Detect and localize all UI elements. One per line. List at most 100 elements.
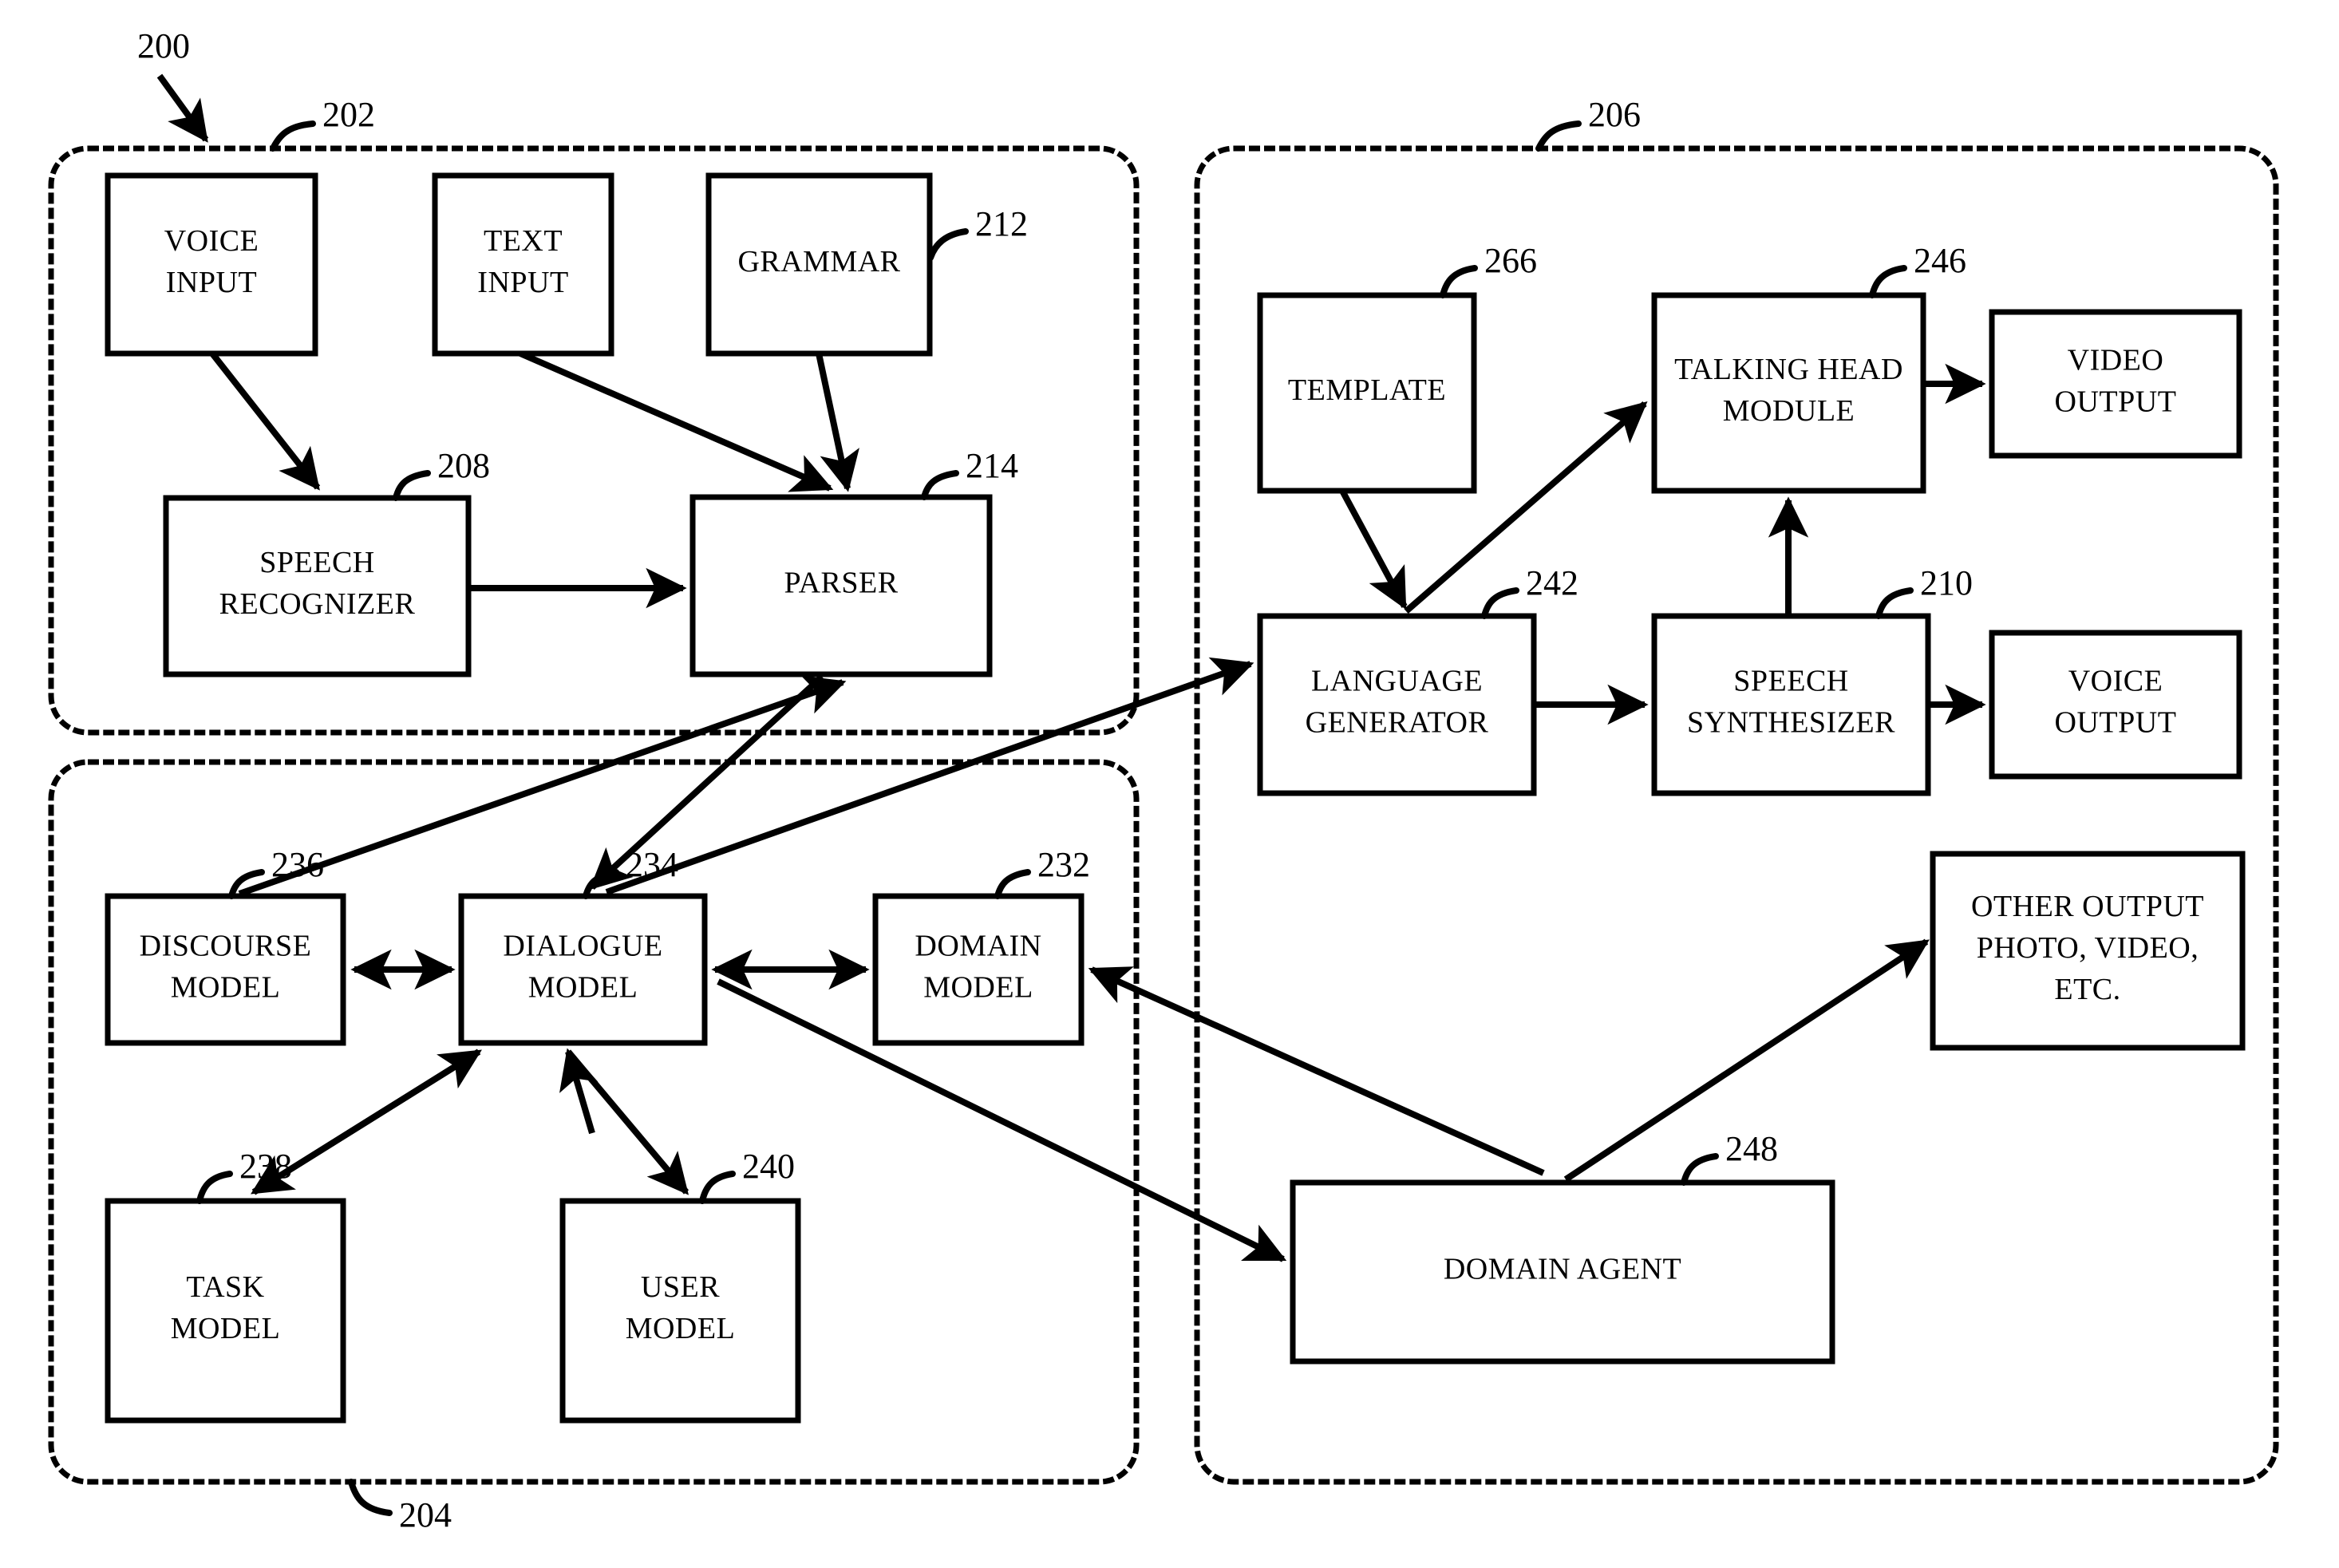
reference-numeral-238: 238	[196, 1147, 292, 1204]
grammar-label: GRAMMAR	[737, 245, 900, 278]
leader-line-212	[927, 228, 969, 261]
domain-model-rect	[872, 893, 1085, 1046]
reference-numeral-246: 246	[1869, 241, 1966, 298]
language-generator-label: GENERATOR	[1306, 706, 1489, 740]
block-other-output: OTHER OUTPUT PHOTO, VIDEO, ETC.	[1930, 851, 2246, 1051]
task-model-label: MODEL	[171, 1312, 281, 1345]
reference-numeral-text-234: 234	[626, 845, 678, 884]
reference-numeral-text-242: 242	[1526, 563, 1578, 602]
domain-model-label: MODEL	[923, 971, 1033, 1005]
block-video-output: VIDEO OUTPUT	[1989, 309, 2242, 459]
other-output-label: PHOTO, VIDEO,	[1977, 931, 2199, 965]
reference-numeral-text-232: 232	[1037, 845, 1090, 884]
video-output-label: VIDEO	[2068, 344, 2164, 377]
domain-model-label: DOMAIN	[915, 930, 1041, 963]
block-voice-output: VOICE OUTPUT	[1989, 630, 2242, 780]
block-voice-input: VOICE INPUT	[105, 172, 318, 357]
video-output-rect	[1989, 309, 2242, 459]
reference-numeral-text-238: 238	[239, 1147, 292, 1186]
voice-input-label: INPUT	[166, 266, 257, 299]
connection-domain-agent-to-domain-model	[1088, 966, 1545, 1176]
other-output-label: OTHER OUTPUT	[1971, 890, 2204, 923]
speech-synthesizer-label: SYNTHESIZER	[1687, 706, 1895, 740]
voice-output-label: VOICE	[2068, 665, 2163, 698]
block-user-model: USER MODEL	[559, 1198, 801, 1424]
leader-line-210	[1875, 587, 1914, 619]
dialogue-model-rect	[458, 893, 708, 1046]
connection-template-to-language-generator	[1339, 489, 1408, 610]
speech-synthesizer-rect	[1651, 613, 1931, 796]
reference-numeral-204: 204	[348, 1479, 452, 1534]
user-model-label: USER	[641, 1270, 720, 1304]
reference-numeral-text-212: 212	[975, 204, 1028, 243]
voice-output-label: OUTPUT	[2055, 706, 2177, 740]
leader-line-266	[1440, 265, 1478, 298]
block-speech-synthesizer: SPEECH SYNTHESIZER	[1651, 613, 1931, 796]
reference-numeral-text-240: 240	[742, 1147, 795, 1186]
discourse-model-label: DISCOURSE	[140, 930, 312, 963]
connection-grammar-to-parser	[816, 353, 859, 492]
block-discourse-model: DISCOURSE MODEL	[105, 893, 346, 1046]
dialogue-model-label: DIALOGUE	[503, 930, 662, 963]
leader-line-204	[348, 1479, 393, 1516]
block-domain-agent: DOMAIN AGENT	[1290, 1179, 1835, 1365]
block-domain-model: DOMAIN MODEL	[872, 893, 1085, 1046]
reference-numeral-248: 248	[1681, 1129, 1778, 1186]
connection-text-input-to-parser	[519, 350, 834, 492]
dialogue-model-label: MODEL	[528, 971, 638, 1005]
block-dialogue-model: DIALOGUE MODEL	[458, 893, 708, 1046]
discourse-model-label: MODEL	[171, 971, 281, 1005]
reference-numeral-234: 234	[583, 845, 678, 899]
leader-line-202	[270, 120, 316, 152]
block-template: TEMPLATE	[1257, 292, 1477, 494]
speech-recognizer-rect	[163, 495, 472, 677]
voice-output-rect	[1989, 630, 2242, 780]
user-model-label: MODEL	[626, 1312, 736, 1345]
text-input-rect	[432, 172, 614, 357]
leader-line-214	[921, 470, 959, 500]
leader-line-206	[1535, 120, 1582, 152]
block-grammar: GRAMMAR	[705, 172, 933, 357]
reference-numeral-206: 206	[1535, 95, 1641, 152]
reference-numeral-text-206: 206	[1588, 95, 1641, 134]
block-speech-recognizer: SPEECH RECOGNIZER	[163, 495, 472, 677]
video-output-label: OUTPUT	[2055, 385, 2177, 419]
reference-numeral-240: 240	[699, 1147, 795, 1204]
reference-numeral-214: 214	[921, 446, 1018, 500]
block-task-model: TASK MODEL	[105, 1198, 346, 1424]
connection-dialogue-model-to-language-generator	[605, 657, 1254, 895]
block-talking-head-module: TALKING HEAD MODULE	[1651, 292, 1926, 494]
reference-numeral-text-208: 208	[437, 446, 490, 485]
leader-line-232	[994, 869, 1031, 899]
language-generator-label: LANGUAGE	[1311, 665, 1483, 698]
talking-head-module-label: MODULE	[1723, 394, 1855, 428]
leader-line-208	[393, 470, 431, 501]
voice-input-rect	[105, 172, 318, 357]
text-input-label: INPUT	[477, 266, 568, 299]
block-language-generator: LANGUAGE GENERATOR	[1257, 613, 1537, 796]
reference-numeral-266: 266	[1440, 241, 1537, 298]
reference-numeral-text-236: 236	[271, 845, 324, 884]
voice-input-label: VOICE	[164, 224, 259, 258]
task-model-label: TASK	[186, 1270, 264, 1304]
task-model-rect	[105, 1198, 346, 1424]
reference-numeral-202: 202	[270, 95, 375, 152]
speech-recognizer-label: RECOGNIZER	[219, 587, 416, 621]
connection-voice-input-to-speech-recognizer	[209, 351, 321, 491]
language-generator-rect	[1257, 613, 1537, 796]
user-model-rect	[559, 1198, 801, 1424]
block-boxes: VOICE INPUT TEXT INPUT GRAMMAR SPEECH RECOGNIZ…	[105, 172, 2246, 1424]
leader-line-246	[1869, 265, 1907, 298]
reference-numeral-text-248: 248	[1725, 1129, 1778, 1168]
block-diagram-svg: VOICE INPUT TEXT INPUT GRAMMAR SPEECH RECOGNIZ…	[48, 26, 2279, 1534]
connection-discourse-model-to-parser	[238, 675, 847, 897]
reference-numeral-text-246: 246	[1914, 241, 1966, 280]
reference-numeral-text-202: 202	[322, 95, 375, 134]
reference-numeral-210: 210	[1875, 563, 1973, 619]
reference-numeral-242: 242	[1481, 563, 1578, 619]
reference-numeral-text-266: 266	[1484, 241, 1537, 280]
reference-numeral-200: 200	[137, 26, 190, 65]
reference-numeral-208: 208	[393, 446, 490, 501]
block-parser: PARSER	[689, 494, 993, 677]
talking-head-module-rect	[1651, 292, 1926, 494]
